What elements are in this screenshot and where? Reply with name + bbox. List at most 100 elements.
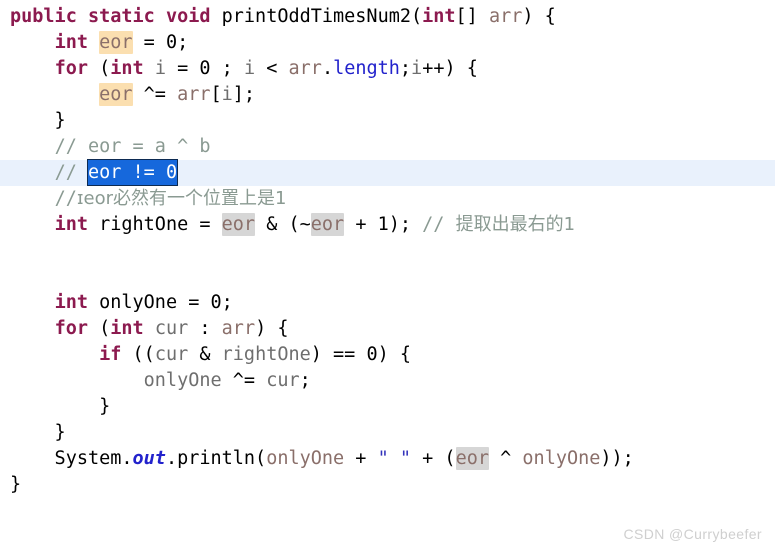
csdn-watermark: CSDN @Currybeefer	[623, 526, 762, 542]
code-token: );	[388, 214, 423, 235]
code-line[interactable]	[0, 264, 775, 290]
code-line[interactable]: int eor = 0;	[0, 30, 775, 56]
code-line[interactable]: // eor = a ^ b	[0, 134, 775, 160]
code-token: .	[321, 58, 334, 79]
selected-text[interactable]: eor != 0	[87, 160, 178, 185]
code-token: cur	[266, 370, 300, 391]
code-token: 1	[377, 214, 389, 235]
code-token: ));	[600, 448, 634, 469]
code-token: onlyOne	[522, 448, 601, 469]
code-line[interactable]: onlyOne ^= cur;	[0, 368, 775, 394]
code-token: out	[132, 448, 166, 469]
code-token: (	[87, 318, 111, 339]
code-lines-container[interactable]: public static void printOddTimesNum2( int…	[0, 4, 775, 498]
occurrence-highlight-write: eor	[99, 31, 133, 54]
code-token: arr	[177, 84, 211, 105]
keyword-token: int	[54, 32, 88, 53]
code-token: ;	[399, 58, 412, 79]
code-token: rightOne =	[87, 214, 222, 235]
code-token: &	[188, 344, 222, 365]
code-token: ) {	[255, 318, 289, 339]
code-token: & (~	[255, 214, 311, 235]
code-token: i	[221, 84, 233, 105]
keyword-token: static	[87, 6, 155, 27]
code-token: }	[10, 110, 66, 131]
code-token: =	[132, 32, 166, 53]
code-line[interactable]: }	[0, 472, 775, 498]
code-token: ) {	[522, 6, 556, 27]
code-token: ^	[489, 448, 523, 469]
code-line[interactable]: }	[0, 108, 775, 134]
code-line[interactable]: for (int cur : arr) {	[0, 316, 775, 342]
code-token: +	[344, 448, 378, 469]
keyword-token: int	[54, 214, 88, 235]
code-token: :	[188, 318, 222, 339]
keyword-token: public	[10, 6, 77, 27]
code-comment: ɪeor必然有一个位置上是1	[76, 188, 287, 209]
code-line[interactable]: System.out.println(onlyOne + " " + (eor …	[0, 446, 775, 472]
code-token: onlyOne =	[87, 292, 211, 313]
code-comment: 提取出最右的1	[455, 214, 576, 235]
code-comment: //	[54, 188, 77, 209]
code-token: 0	[366, 344, 378, 365]
code-token: ];	[232, 84, 256, 105]
code-token: onlyOne	[143, 370, 222, 391]
code-token: <	[255, 58, 289, 79]
code-comment: //	[422, 214, 456, 235]
code-line[interactable]: public static void printOddTimesNum2(int…	[0, 4, 775, 30]
code-token: System.	[10, 448, 133, 469]
code-line[interactable]: int onlyOne = 0;	[0, 290, 775, 316]
code-line[interactable]	[0, 238, 775, 264]
code-token: +	[344, 214, 378, 235]
code-token: 0	[165, 32, 178, 53]
code-token: ;	[177, 32, 189, 53]
code-line[interactable]: int rightOne = eor & (~eor + 1); // 提取出最…	[0, 212, 775, 238]
code-token: i	[411, 58, 423, 79]
code-token: printOddTimesNum2(	[210, 6, 423, 27]
code-comment: //	[54, 162, 88, 183]
code-line[interactable]: }	[0, 420, 775, 446]
code-token: (	[87, 58, 111, 79]
keyword-token: int	[54, 292, 88, 313]
code-line[interactable]: for (int i = 0 ; i < arr.length;i++) {	[0, 56, 775, 82]
code-token: i	[154, 58, 166, 79]
occurrence-highlight-read: eor	[455, 447, 489, 470]
occurrence-highlight-write: eor	[99, 83, 133, 106]
code-line[interactable]: //ɪeor必然有一个位置上是1	[0, 186, 775, 212]
code-line[interactable]: if ((cur & rightOne) == 0) {	[0, 342, 775, 368]
code-line[interactable]: eor ^= arr[i];	[0, 82, 775, 108]
code-comment: // eor = a ^ b	[54, 136, 211, 157]
code-token: arr	[288, 58, 322, 79]
code-token: []	[455, 6, 489, 27]
code-line[interactable]: }	[0, 394, 775, 420]
code-token: rightOne	[221, 344, 311, 365]
code-token: =	[165, 58, 200, 79]
code-token: arr	[221, 318, 256, 339]
code-line[interactable]: // eor != 0	[0, 160, 775, 186]
keyword-token: for	[54, 318, 88, 339]
keyword-token: int	[110, 58, 144, 79]
keyword-token: if	[99, 344, 122, 365]
code-token: + (	[411, 448, 456, 469]
code-token: ^=	[221, 370, 267, 391]
code-token: length	[333, 58, 400, 79]
keyword-token: void	[165, 6, 211, 27]
code-editor[interactable]: public static void printOddTimesNum2( int…	[0, 0, 775, 550]
code-token: }	[10, 396, 111, 417]
code-token: }	[10, 474, 22, 495]
